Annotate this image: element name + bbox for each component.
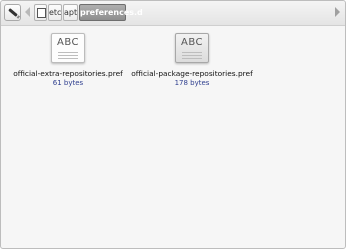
breadcrumb-preferences-d[interactable]: preferences.d	[79, 4, 143, 21]
file-icon-lines	[58, 52, 78, 61]
chevron-left-icon[interactable]	[25, 7, 30, 17]
file-name: official-package-repositories.pref	[131, 69, 253, 78]
breadcrumb-root[interactable]	[34, 4, 47, 21]
file-item[interactable]: ABC official-package-repositories.pref 1…	[127, 33, 257, 88]
text-file-icon: ABC	[51, 33, 85, 63]
text-file-icon: ABC	[175, 33, 209, 63]
file-item[interactable]: ABC official-extra-repositories.pref 61 …	[3, 33, 133, 88]
chevron-right-icon[interactable]	[335, 7, 340, 17]
file-icon-label: ABC	[56, 37, 79, 48]
breadcrumb-apt[interactable]: apt	[63, 4, 78, 21]
file-icon-lines	[182, 52, 202, 61]
file-size: 178 bytes	[174, 79, 210, 87]
file-icon-label: ABC	[180, 37, 203, 48]
breadcrumb-etc[interactable]: etc	[48, 4, 62, 21]
file-name: official-extra-repositories.pref	[13, 69, 123, 78]
file-size: 61 bytes	[52, 79, 84, 87]
edit-location-button[interactable]	[4, 4, 21, 21]
file-manager-window: etc apt preferences.d ABC official-extra…	[0, 0, 346, 249]
pencil-icon	[8, 8, 18, 17]
path-toolbar: etc apt preferences.d	[1, 1, 345, 26]
drive-icon	[37, 8, 46, 18]
